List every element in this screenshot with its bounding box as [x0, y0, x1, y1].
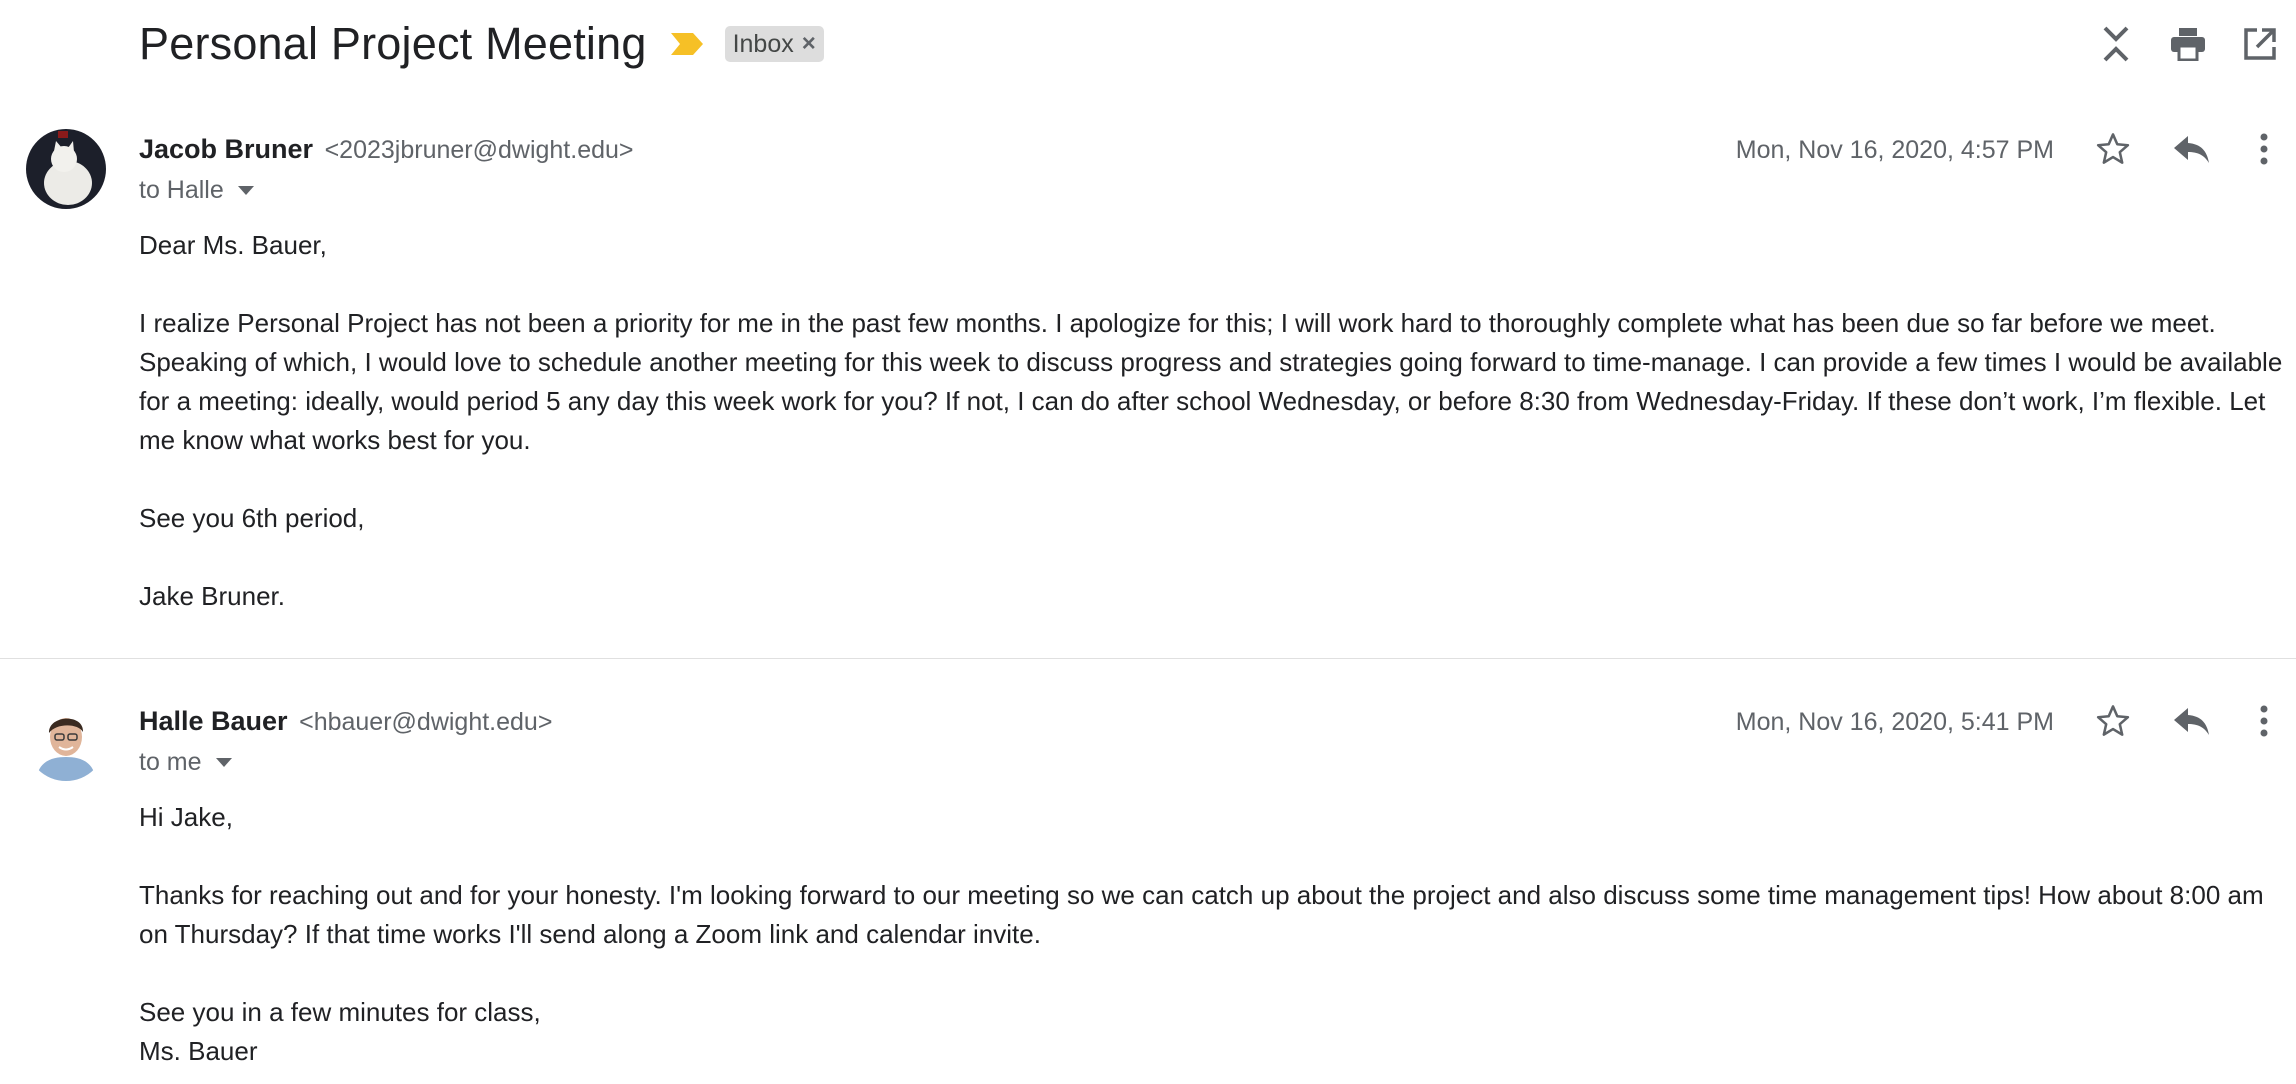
star-button[interactable]: [2074, 698, 2152, 744]
sender-email: <hbauer@dwight.edu>: [299, 708, 553, 736]
star-icon: [2096, 133, 2130, 164]
sender-name: Jacob Bruner: [139, 134, 314, 164]
message-signature: Ms. Bauer: [139, 1036, 258, 1066]
sender-email: <2023jbruner@dwight.edu>: [324, 136, 634, 164]
reply-button[interactable]: [2152, 126, 2232, 172]
inbox-label-chip: Inbox ×: [724, 26, 824, 62]
collapse-all-icon: [2103, 26, 2129, 62]
sender-line: Jacob Bruner <2023jbruner@dwight.edu>: [139, 134, 634, 165]
message-signature: Jake Bruner.: [139, 581, 285, 611]
recipient-text: to me: [139, 748, 202, 776]
thread-toolbar: [2080, 22, 2296, 66]
message-body: Hi Jake, Thanks for reaching out and for…: [139, 798, 2289, 1071]
more-options-button[interactable]: [2232, 126, 2296, 172]
collapse-all-button[interactable]: [2080, 22, 2152, 66]
message-closing: See you 6th period,: [139, 503, 365, 533]
recipient-text: to Halle: [139, 176, 224, 204]
message-date: Mon, Nov 16, 2020, 5:41 PM: [1735, 708, 2054, 736]
person-photo-avatar-icon: [26, 701, 106, 781]
white-cat-avatar-icon: [26, 129, 106, 209]
more-vertical-icon: [2260, 705, 2268, 737]
thread-subject: Personal Project Meeting: [139, 18, 647, 69]
reply-button[interactable]: [2152, 698, 2232, 744]
reply-icon: [2174, 136, 2209, 163]
sender-avatar[interactable]: [26, 701, 106, 781]
more-options-button[interactable]: [2232, 698, 2296, 744]
print-all-button[interactable]: [2152, 22, 2224, 66]
importance-marker-icon[interactable]: [669, 31, 705, 57]
print-icon: [2171, 28, 2205, 61]
recipient-details-dropdown-icon[interactable]: [215, 758, 232, 767]
message-divider: [0, 658, 2296, 659]
star-button[interactable]: [2074, 126, 2152, 172]
thread-header: Personal Project Meeting Inbox ×: [139, 14, 824, 74]
message-actions: [2074, 126, 2296, 172]
sender-line: Halle Bauer <hbauer@dwight.edu>: [139, 706, 552, 737]
message-greeting: Dear Ms. Bauer,: [139, 230, 327, 260]
recipient-line[interactable]: to Halle: [139, 176, 254, 205]
sender-name: Halle Bauer: [139, 706, 288, 736]
message-body: Dear Ms. Bauer, I realize Personal Proje…: [139, 226, 2289, 616]
message-actions: [2074, 698, 2296, 744]
sender-avatar[interactable]: [26, 129, 106, 209]
reply-icon: [2174, 708, 2209, 735]
message-date: Mon, Nov 16, 2020, 4:57 PM: [1735, 136, 2054, 164]
message-greeting: Hi Jake,: [139, 802, 233, 832]
star-icon: [2096, 705, 2130, 736]
label-text: Inbox: [732, 29, 794, 58]
remove-label-button[interactable]: ×: [802, 30, 816, 58]
message-closing: See you in a few minutes for class,: [139, 997, 541, 1027]
recipient-details-dropdown-icon[interactable]: [237, 186, 254, 195]
open-in-new-window-icon: [2244, 28, 2276, 60]
recipient-line[interactable]: to me: [139, 748, 232, 777]
message-paragraph: Thanks for reaching out and for your hon…: [139, 880, 2264, 949]
more-vertical-icon: [2260, 133, 2268, 165]
message-paragraph: I realize Personal Project has not been …: [139, 308, 2283, 455]
open-in-new-window-button[interactable]: [2224, 22, 2296, 66]
